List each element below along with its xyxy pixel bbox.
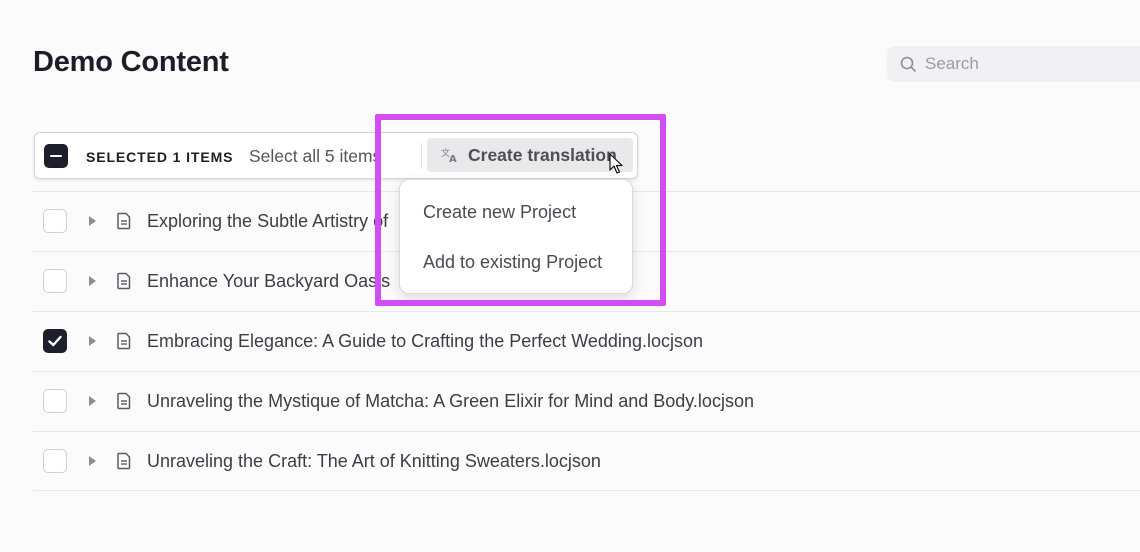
search-icon [900,56,916,72]
select-all-checkbox[interactable] [44,144,68,168]
file-name[interactable]: Enhance Your Backyard Oasis [147,271,390,292]
search-input[interactable] [925,54,1125,74]
table-row[interactable]: Embracing Elegance: A Guide to Crafting … [33,311,1140,371]
row-checkbox[interactable] [43,449,67,473]
svg-text:A: A [449,154,457,163]
menu-item-add-to-existing-project[interactable]: Add to existing Project [423,252,602,273]
selection-toolbar: SELECTED 1 ITEMS Select all 5 items 文 A … [34,132,638,179]
select-all-link[interactable]: Select all 5 items [249,146,381,167]
create-translation-button[interactable]: 文 A Create translation [427,138,633,172]
toolbar-divider [421,143,422,169]
expand-arrow-icon[interactable] [89,456,96,466]
expand-arrow-icon[interactable] [89,216,96,226]
document-icon [117,212,131,230]
create-translation-label: Create translation [468,144,617,165]
expand-arrow-icon[interactable] [89,396,96,406]
expand-arrow-icon[interactable] [89,276,96,286]
table-row[interactable]: Unraveling the Mystique of Matcha: A Gre… [33,371,1140,431]
row-checkbox[interactable] [43,269,67,293]
mouse-cursor-icon [609,153,623,174]
translation-dropdown-menu: Create new Project Add to existing Proje… [399,179,633,294]
file-name[interactable]: Unraveling the Craft: The Art of Knittin… [147,451,601,472]
search-box[interactable] [887,46,1140,82]
menu-item-create-new-project[interactable]: Create new Project [423,202,576,223]
document-icon [117,332,131,350]
file-name[interactable]: Embracing Elegance: A Guide to Crafting … [147,331,703,352]
file-name[interactable]: Exploring the Subtle Artistry of [147,211,388,232]
document-icon [117,272,131,290]
page-title: Demo Content [33,46,229,78]
row-checkbox[interactable] [43,389,67,413]
selected-count-label: SELECTED 1 ITEMS [86,149,234,165]
translate-icon: 文 A [441,147,457,163]
file-name[interactable]: Unraveling the Mystique of Matcha: A Gre… [147,391,754,412]
checkmark-icon [48,335,62,347]
row-checkbox[interactable] [43,209,67,233]
document-icon [117,392,131,410]
row-checkbox-checked[interactable] [43,329,67,353]
document-icon [117,452,131,470]
table-row[interactable]: Unraveling the Craft: The Art of Knittin… [33,431,1140,491]
expand-arrow-icon[interactable] [89,336,96,346]
